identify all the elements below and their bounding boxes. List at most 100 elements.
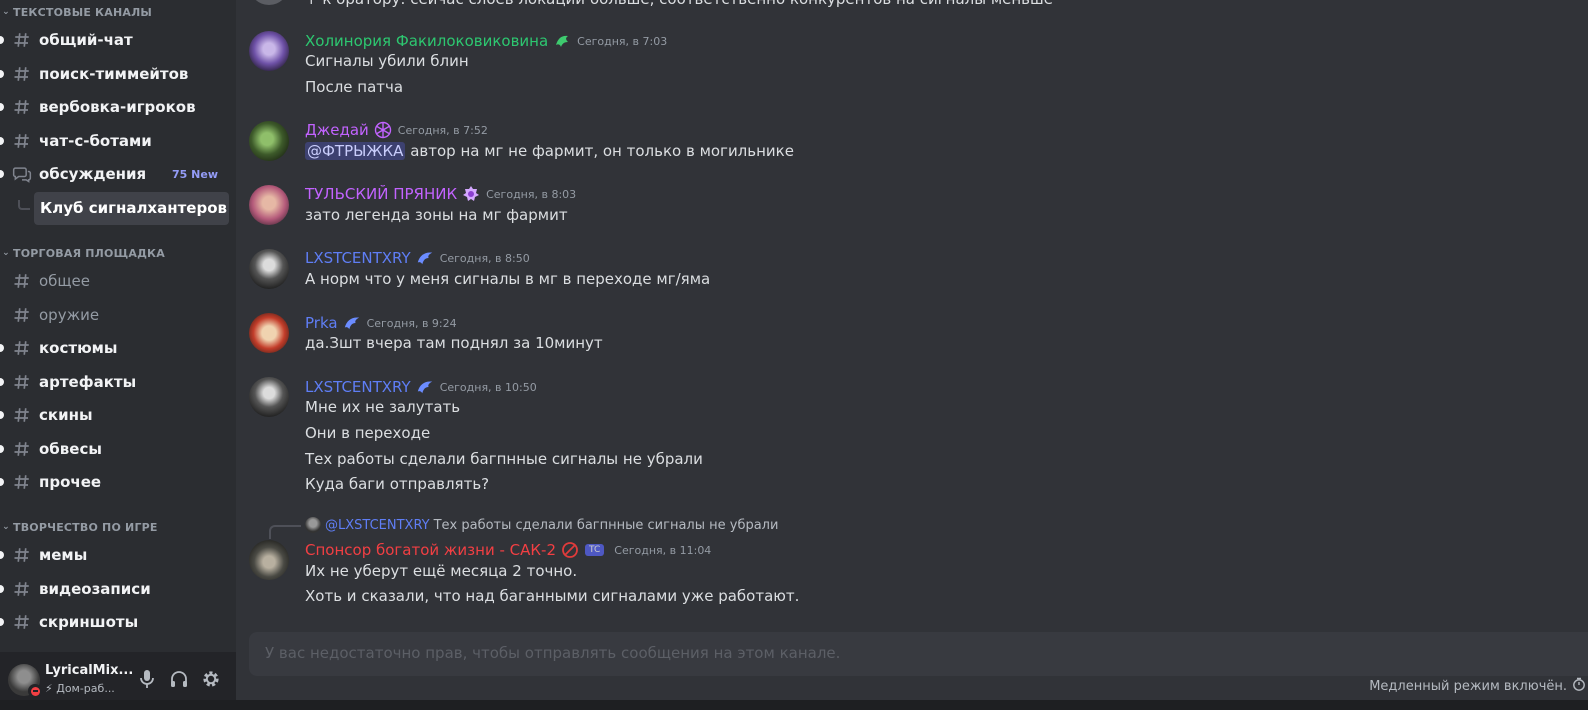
channel-artifacts[interactable]: артефакты	[0, 366, 236, 398]
avatar[interactable]	[249, 31, 289, 71]
hash-icon	[12, 131, 32, 151]
channel-recruiting[interactable]: вербовка-игроков	[0, 91, 236, 123]
message-text: А норм что у меня сигналы в мг в переход…	[305, 270, 711, 288]
channel-bots-chat[interactable]: чат-с-ботами	[0, 125, 236, 157]
message-text: Они в переходе	[305, 424, 431, 442]
hash-icon	[12, 338, 32, 358]
message-text-rest: автор на мг не фармит, он только в могил…	[405, 142, 794, 160]
author-name[interactable]: Prka	[305, 314, 338, 332]
message-text: Их не уберут ещё месяца 2 точно.	[305, 562, 578, 580]
timestamp: Сегодня, в 8:50	[439, 251, 530, 265]
user-name[interactable]: LyricalMix...	[45, 663, 133, 678]
unread-indicator	[0, 36, 4, 44]
category-label: ТОРГОВАЯ ПЛОЩАДКА	[13, 246, 165, 260]
hash-icon	[12, 579, 32, 599]
timestamp: Сегодня, в 11:04	[614, 543, 712, 557]
bird-role-icon	[416, 249, 434, 267]
avatar[interactable]	[249, 249, 289, 289]
bottom-bar	[0, 700, 1588, 710]
bird-role-icon	[343, 314, 361, 332]
timestamp: Сегодня, в 7:52	[397, 123, 488, 137]
headphones-icon[interactable]	[164, 664, 194, 694]
channel-label: оружие	[39, 306, 100, 324]
channel-suits[interactable]: костюмы	[0, 332, 236, 364]
message-text: зато легенда зоны на мг фармит	[305, 206, 568, 224]
thread-signal-hunters-club[interactable]: Клуб сигналхантеров	[34, 192, 229, 225]
channel-general-trade[interactable]: общее	[0, 265, 236, 297]
message-text: @ФТРЫЖКА автор на мг не фармит, он тольк…	[305, 142, 794, 160]
message-text: Мне их не залутать	[305, 398, 461, 416]
reply-author[interactable]: @LXSTCENTXRY	[325, 518, 430, 533]
channel-videos[interactable]: видеозаписи	[0, 573, 236, 605]
message-input[interactable]: У вас недостаточно прав, чтобы отправлят…	[249, 632, 1588, 676]
gear-icon[interactable]	[196, 664, 226, 694]
avatar	[249, 0, 289, 5]
channel-forum-discussions[interactable]: обсуждения 75 New	[0, 158, 236, 190]
hash-icon	[12, 97, 32, 117]
category-creative[interactable]: ⌄ ТВОРЧЕСТВО ПО ИГРЕ	[0, 517, 158, 537]
channel-label: скриншоты	[39, 613, 139, 631]
channel-label: чат-с-ботами	[39, 132, 152, 150]
hash-icon	[12, 472, 32, 492]
snowflake-role-icon	[374, 121, 392, 139]
channel-label: видеозаписи	[39, 580, 151, 598]
hash-icon	[12, 612, 32, 632]
avatar[interactable]	[249, 540, 289, 580]
hash-icon	[12, 305, 32, 325]
channel-attachments[interactable]: обвесы	[0, 433, 236, 465]
unread-indicator	[0, 478, 4, 486]
channel-weapons[interactable]: оружие	[0, 299, 236, 331]
channel-label: вербовка-игроков	[39, 98, 196, 116]
channel-skins[interactable]: скины	[0, 399, 236, 431]
unread-indicator	[0, 411, 4, 419]
hash-icon	[12, 271, 32, 291]
reply-text: Тех работы сделали багпнные сигналы не у…	[433, 517, 779, 533]
timestamp: Сегодня, в 8:03	[486, 187, 577, 201]
category-trade[interactable]: ⌄ ТОРГОВАЯ ПЛОЩАДКА	[0, 243, 165, 263]
unread-indicator	[0, 137, 4, 145]
hash-icon	[12, 439, 32, 459]
hash-icon	[12, 64, 32, 84]
author-name[interactable]: ТУЛЬСКИЙ ПРЯНИК	[305, 185, 457, 203]
microphone-icon[interactable]	[132, 664, 162, 694]
message-header: LXSTCENTXRY Сегодня, в 8:50	[305, 247, 530, 269]
tc-tag: TC	[585, 544, 605, 556]
input-placeholder: У вас недостаточно прав, чтобы отправлят…	[265, 644, 841, 662]
category-text-channels[interactable]: ⌄ ТЕКСТОВЫЕ КАНАЛЫ	[0, 2, 152, 22]
channel-screenshots[interactable]: скриншоты	[0, 606, 236, 638]
reply-preview[interactable]: @LXSTCENTXRY Тех работы сделали багпнные…	[305, 517, 778, 533]
unread-indicator	[0, 344, 4, 352]
avatar[interactable]	[249, 185, 289, 225]
dragon-role-icon	[553, 32, 571, 50]
author-name[interactable]: Холинория Факилоковиковина	[305, 32, 548, 50]
channel-find-teammates[interactable]: поиск-тиммейтов	[0, 58, 236, 90]
channel-label: прочее	[39, 473, 102, 491]
message-text: Тех работы сделали багпнные сигналы не у…	[305, 450, 703, 468]
message-text: + к оратору: сейчас слоев локаций больше…	[305, 0, 1053, 8]
author-name[interactable]: LXSTCENTXRY	[305, 378, 411, 396]
channel-other[interactable]: прочее	[0, 466, 236, 498]
author-name[interactable]: LXSTCENTXRY	[305, 249, 411, 267]
thread-label: Клуб сигналхантеров	[40, 199, 227, 217]
category-label: ТЕКСТОВЫЕ КАНАЛЫ	[13, 5, 153, 19]
channel-label: артефакты	[39, 373, 137, 391]
channel-general-chat[interactable]: общий-чат	[0, 24, 236, 56]
dnd-status-icon	[28, 684, 42, 698]
avatar[interactable]	[249, 121, 289, 161]
channel-label: скины	[39, 406, 93, 424]
user-mention[interactable]: @ФТРЫЖКА	[305, 142, 406, 160]
hash-icon	[12, 372, 32, 392]
timestamp: Сегодня, в 7:03	[577, 34, 668, 48]
avatar[interactable]	[249, 377, 289, 417]
avatar[interactable]	[249, 313, 289, 353]
channel-memes[interactable]: мемы	[0, 539, 236, 571]
timestamp: Сегодня, в 9:24	[366, 316, 457, 330]
chevron-down-icon: ⌄	[2, 248, 10, 258]
hash-icon	[12, 545, 32, 565]
author-name[interactable]: Джедай	[305, 121, 369, 139]
unread-indicator	[0, 618, 4, 626]
hash-icon	[12, 405, 32, 425]
author-name[interactable]: Спонсор богатой жизни - САК-2	[305, 541, 556, 559]
bird-role-icon	[416, 378, 434, 396]
message-text: Куда баги отправлять?	[305, 475, 490, 493]
